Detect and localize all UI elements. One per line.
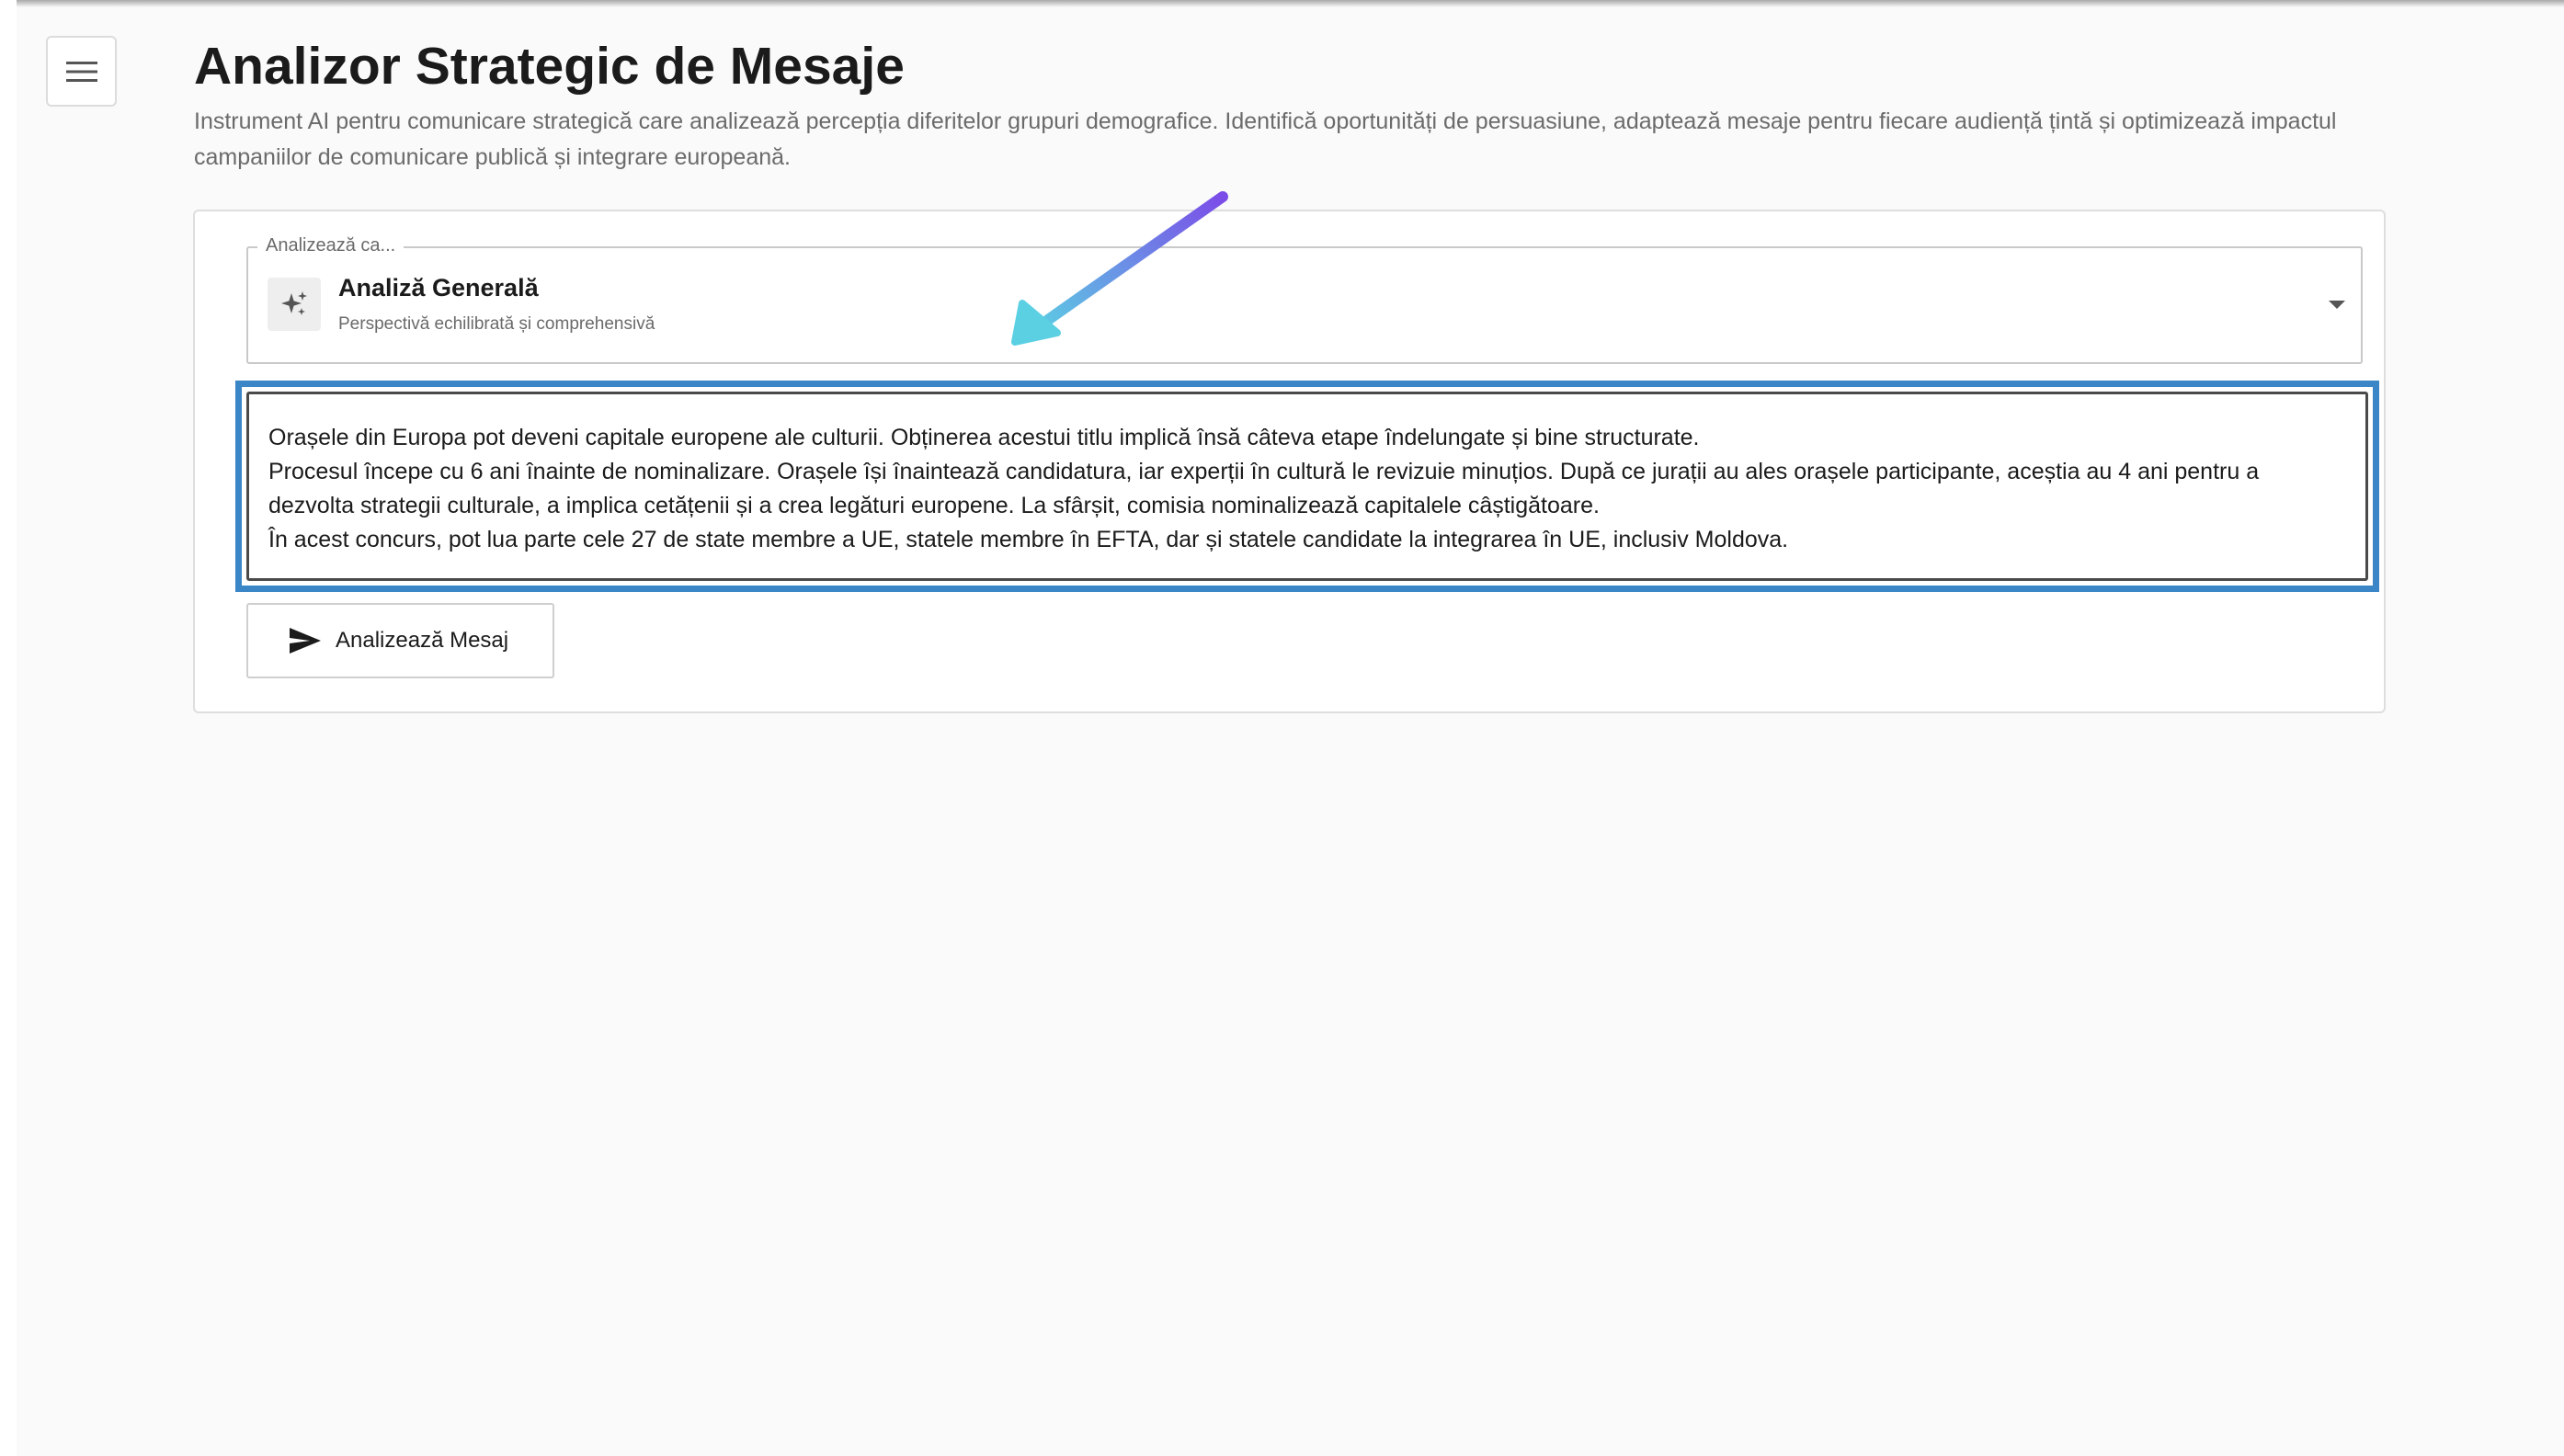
hamburger-menu-icon bbox=[65, 61, 97, 82]
perspective-select[interactable] bbox=[246, 246, 2363, 364]
menu-button[interactable] bbox=[46, 36, 117, 107]
perspective-selected-subtitle: Perspectivă echilibrată și comprehensivă bbox=[338, 314, 655, 334]
page-description: Instrument AI pentru comunicare strategi… bbox=[194, 108, 2337, 170]
top-shadow bbox=[17, 0, 2564, 7]
page-title: Analizor Strategic de Mesaje bbox=[194, 37, 905, 96]
perspective-select-label: Analizează ca... bbox=[257, 233, 405, 258]
analyze-message-button[interactable]: Analizează Mesaj bbox=[246, 603, 554, 678]
message-line: Procesul începe cu 6 ani înainte de nomi… bbox=[268, 459, 2260, 518]
message-line: Orașele din Europa pot deveni capitale e… bbox=[268, 425, 1700, 450]
send-icon bbox=[290, 628, 321, 654]
message-textarea[interactable]: Orașele din Europa pot deveni capitale e… bbox=[246, 392, 2368, 581]
message-line: În acest concurs, pot lua parte cele 27 … bbox=[268, 527, 1789, 552]
perspective-selected-title: Analiză Generală bbox=[338, 274, 539, 301]
analyze-message-label: Analizează Mesaj bbox=[336, 628, 509, 653]
sparkles-icon bbox=[268, 278, 321, 331]
caret-down-icon[interactable] bbox=[2329, 301, 2345, 309]
app-viewport: Analizor Strategic de Mesaje Instrument … bbox=[17, 0, 2564, 1456]
